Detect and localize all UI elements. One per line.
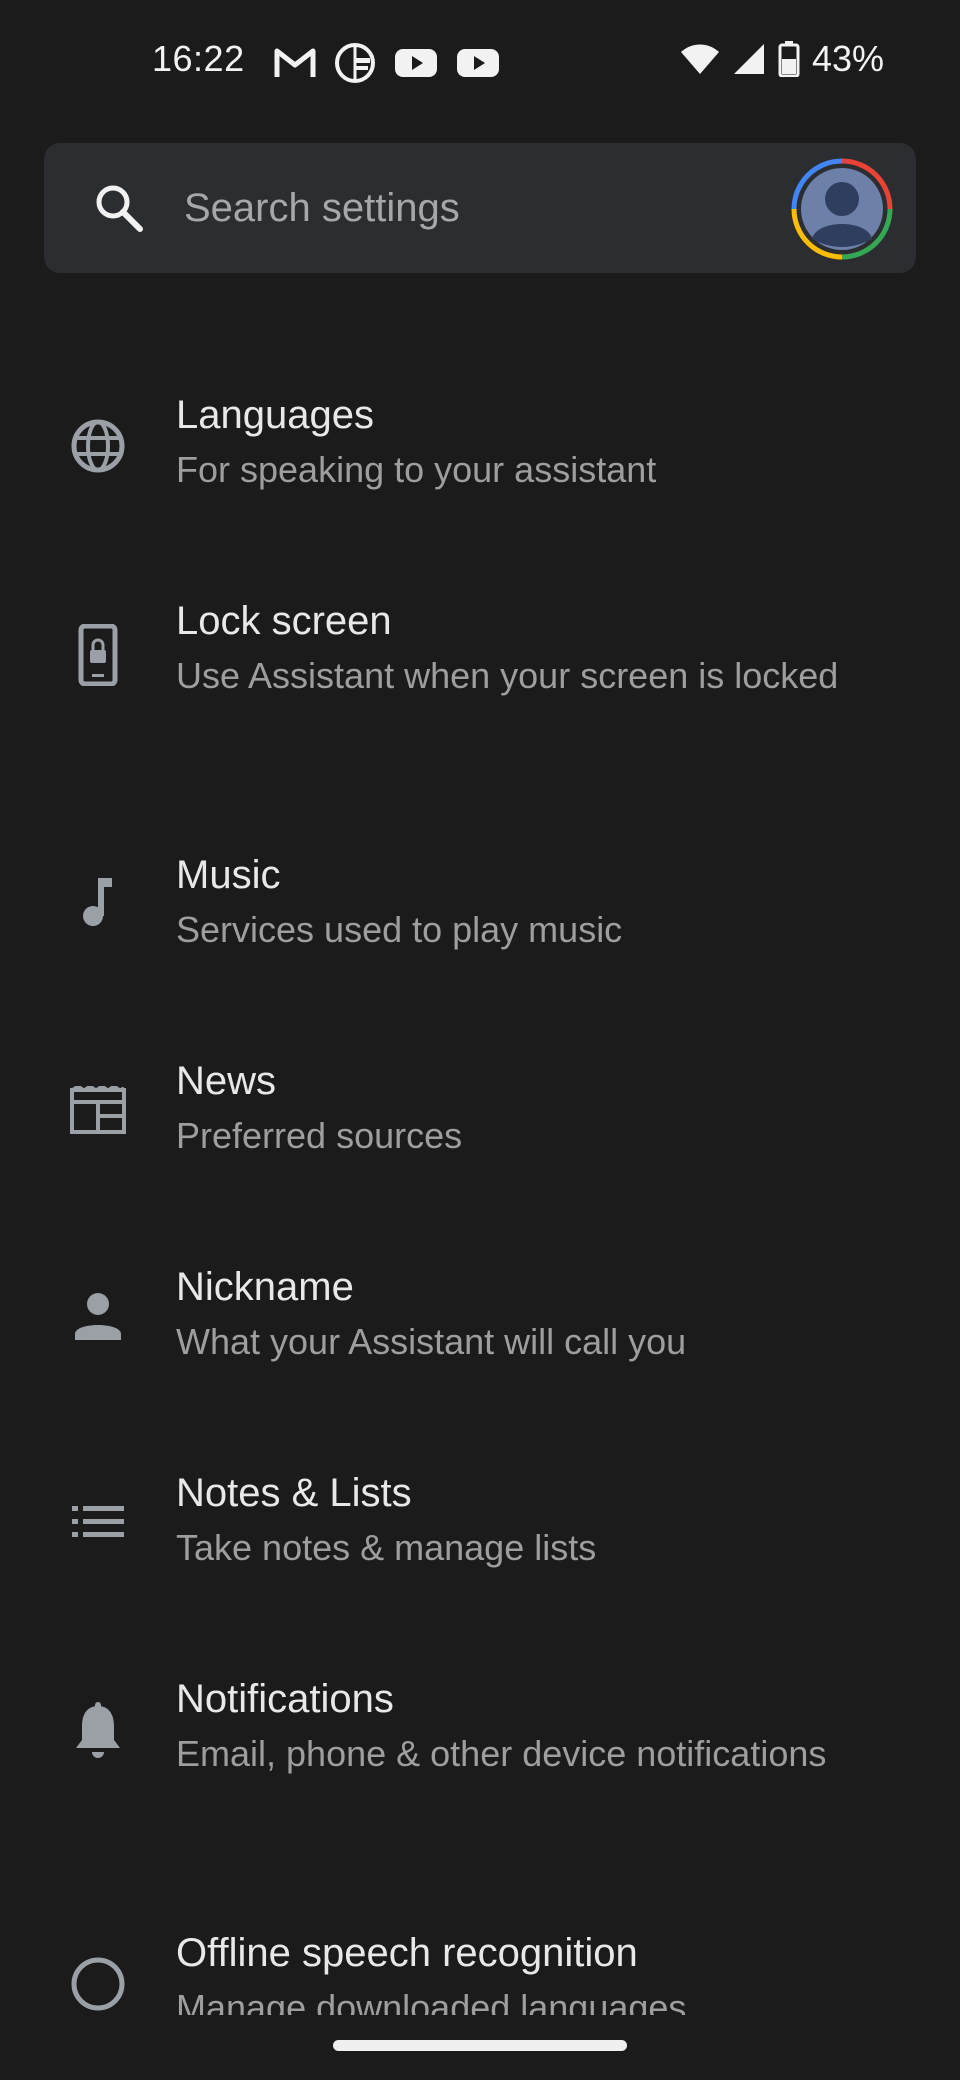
setting-title: News: [176, 1059, 277, 1103]
setting-languages[interactable]: Languages For speaking to your assistant: [0, 340, 960, 546]
gmail-icon: [274, 48, 316, 77]
music-note-icon: [70, 874, 126, 930]
avatar[interactable]: [790, 157, 894, 261]
setting-subtitle: Manage downloaded languages: [176, 1987, 687, 2015]
status-bar: 16:22 43%: [0, 0, 960, 128]
setting-music[interactable]: Music Services used to play music: [0, 800, 960, 1006]
setting-title: Offline speech recognition: [176, 1931, 638, 1975]
setting-news[interactable]: News Preferred sources: [0, 1006, 960, 1212]
setting-notifications[interactable]: Notifications Email, phone & other devic…: [0, 1624, 960, 1878]
bell-icon: [70, 1702, 126, 1758]
setting-title: Nickname: [176, 1265, 354, 1309]
setting-offline-speech[interactable]: Offline speech recognition Manage downlo…: [0, 1878, 960, 2015]
search-input[interactable]: [184, 179, 784, 237]
gesture-nav-bar[interactable]: [333, 2040, 627, 2051]
youtube-icon: [395, 49, 437, 77]
setting-subtitle: Email, phone & other device notification…: [176, 1733, 827, 1774]
setting-title: Music: [176, 853, 281, 897]
setting-subtitle: Use Assistant when your screen is locked: [176, 655, 839, 696]
system-status: 43%: [680, 38, 884, 80]
setting-subtitle: Take notes & manage lists: [176, 1527, 597, 1568]
settings-list: Languages For speaking to your assistant…: [0, 340, 960, 2015]
setting-title: Notes & Lists: [176, 1471, 412, 1515]
battery-percent: 43%: [811, 38, 884, 79]
setting-nickname[interactable]: Nickname What your Assistant will call y…: [0, 1212, 960, 1418]
search-bar[interactable]: [44, 143, 916, 273]
battery-icon: [778, 41, 800, 77]
setting-subtitle: Services used to play music: [176, 909, 623, 950]
lock-screen-icon: [70, 624, 126, 686]
setting-lock-screen[interactable]: Lock screen Use Assistant when your scre…: [0, 546, 960, 800]
setting-title: Notifications: [176, 1677, 394, 1721]
status-time: 16:22: [152, 38, 245, 79]
person-icon: [70, 1292, 126, 1348]
setting-title: Lock screen: [176, 599, 392, 643]
notification-icons: [274, 42, 500, 84]
newspaper-icon: [70, 1086, 126, 1142]
search-icon[interactable]: [92, 181, 146, 235]
globe-icon: [70, 418, 126, 474]
cell-signal-icon: [733, 44, 764, 74]
setting-subtitle: What your Assistant will call you: [176, 1321, 687, 1362]
setting-subtitle: Preferred sources: [176, 1115, 463, 1156]
wifi-icon: [680, 44, 719, 74]
speech-icon: [70, 1956, 126, 2012]
gnews-icon: [335, 43, 375, 83]
list-icon: [70, 1502, 126, 1558]
setting-subtitle: For speaking to your assistant: [176, 449, 657, 490]
setting-title: Languages: [176, 393, 374, 437]
setting-notes-lists[interactable]: Notes & Lists Take notes & manage lists: [0, 1418, 960, 1624]
youtube-icon: [457, 49, 499, 77]
